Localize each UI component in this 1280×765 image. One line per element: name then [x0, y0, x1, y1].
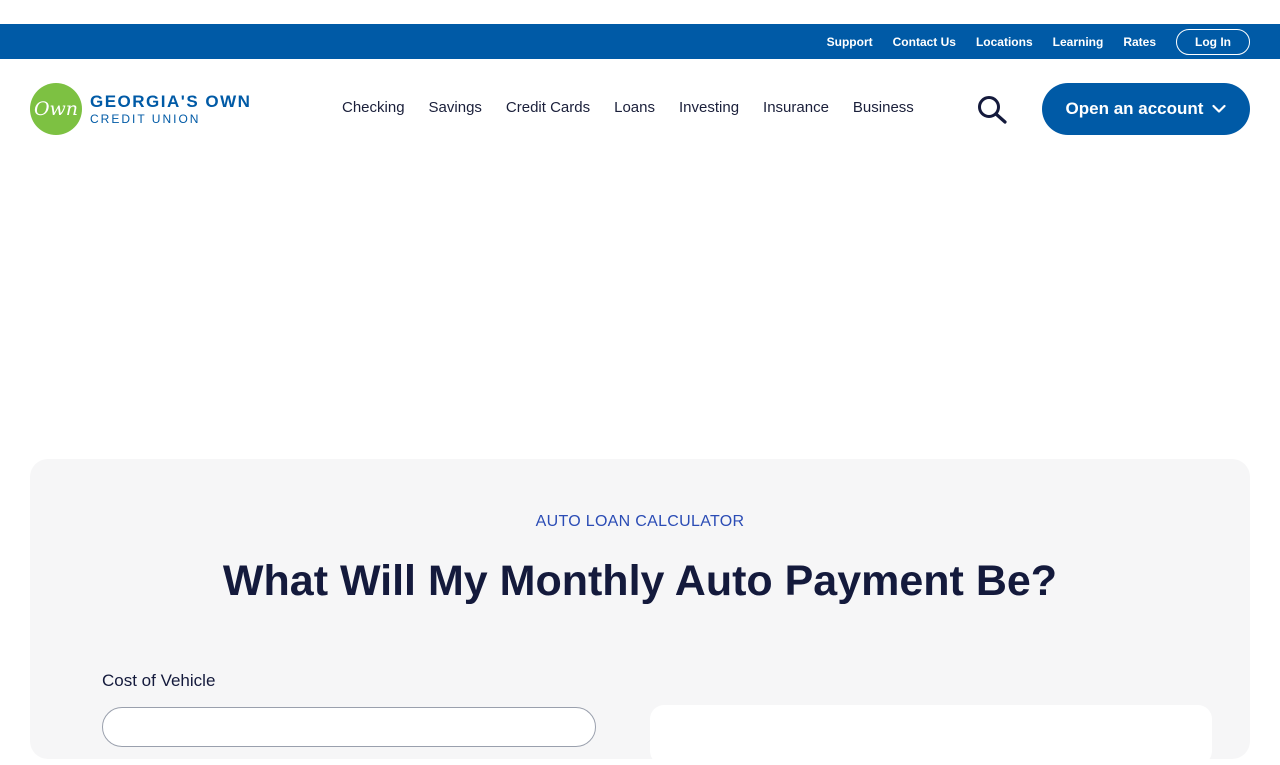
open-account-button[interactable]: Open an account [1042, 83, 1250, 135]
calculator-eyebrow: AUTO LOAN CALCULATOR [535, 513, 745, 530]
nav-investing[interactable]: Investing [679, 99, 739, 116]
learning-link[interactable]: Learning [1053, 35, 1104, 49]
locations-link[interactable]: Locations [976, 35, 1033, 49]
cost-of-vehicle-input[interactable] [102, 707, 596, 747]
open-account-label: Open an account [1065, 99, 1204, 118]
main-nav: Own GEORGIA'S OWN CREDIT UNION Checking … [0, 59, 1280, 159]
search-icon[interactable] [976, 95, 1008, 125]
calculator-title: What Will My Monthly Auto Payment Be? [222, 557, 1058, 605]
rates-link[interactable]: Rates [1123, 35, 1156, 49]
nav-credit-cards[interactable]: Credit Cards [506, 99, 590, 116]
brand-logo[interactable]: Own GEORGIA'S OWN CREDIT UNION [30, 83, 251, 135]
cost-of-vehicle-label: Cost of Vehicle [102, 671, 216, 690]
nav-loans[interactable]: Loans [614, 99, 655, 116]
chevron-down-icon [1212, 104, 1227, 113]
support-link[interactable]: Support [827, 35, 873, 49]
nav-savings[interactable]: Savings [429, 99, 482, 116]
logo-name-line2: CREDIT UNION [90, 112, 201, 126]
primary-nav-links: Checking Savings Credit Cards Loans Inve… [342, 99, 938, 116]
nav-business[interactable]: Business [853, 99, 914, 116]
logo-mark: Own [30, 83, 82, 135]
nav-checking[interactable]: Checking [342, 99, 405, 116]
payment-result-card [650, 705, 1212, 765]
nav-insurance[interactable]: Insurance [763, 99, 829, 116]
utility-nav-bar: Support Contact Us Locations Learning Ra… [0, 24, 1280, 59]
logo-name-line1: GEORGIA'S OWN [90, 92, 252, 111]
auto-loan-calculator-panel: AUTO LOAN CALCULATOR What Will My Monthl… [30, 459, 1250, 765]
contact-us-link[interactable]: Contact Us [893, 35, 956, 49]
login-button[interactable]: Log In [1176, 28, 1250, 55]
logo-wordmark: GEORGIA'S OWN CREDIT UNION [90, 93, 251, 125]
